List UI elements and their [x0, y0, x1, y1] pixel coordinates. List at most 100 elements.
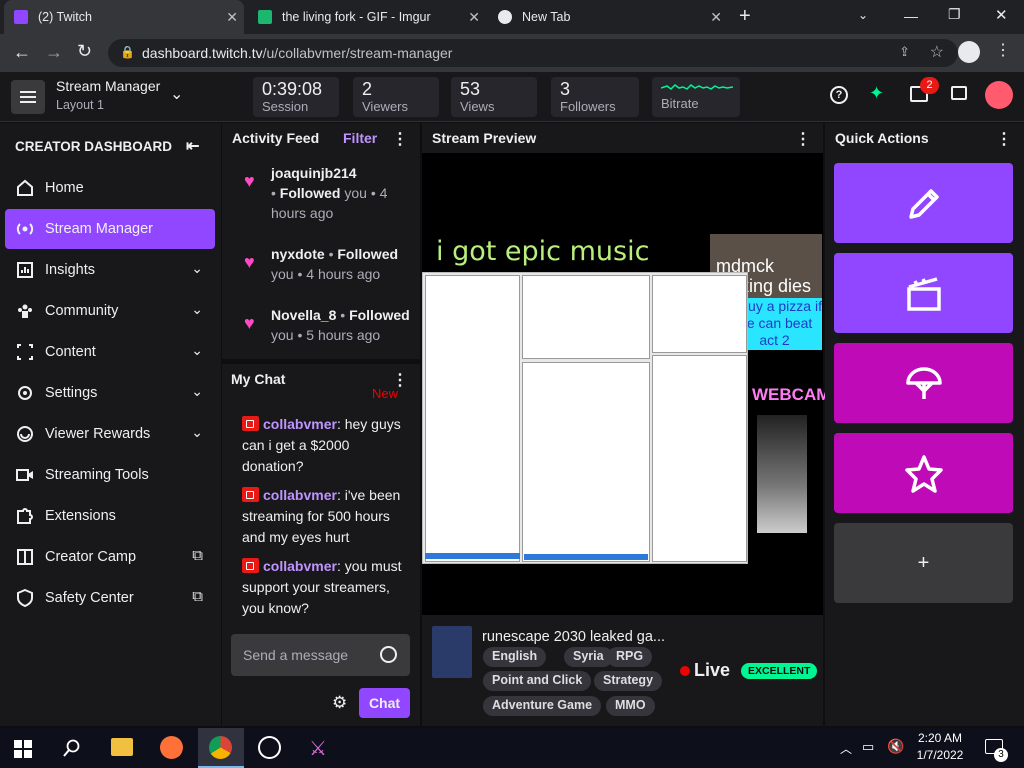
quick-action-raid[interactable]: [834, 343, 1013, 423]
chat-username[interactable]: collabvmer: [263, 558, 337, 574]
collapse-sidebar-icon[interactable]: ⇤: [186, 136, 199, 156]
tab-twitch[interactable]: (2) Twitch ✕: [4, 0, 244, 34]
stream-title[interactable]: runescape 2030 leaked ga...: [482, 629, 665, 645]
sidebar-item-creator-camp[interactable]: Creator Camp ⧉: [5, 537, 215, 577]
tray-chevron-up-icon[interactable]: ︿: [840, 740, 852, 757]
url-input[interactable]: 🔒 dashboard.twitch.tv/u/collabvmer/strea…: [108, 39, 958, 67]
video-player[interactable]: i got epic music mdmck fucking dies ill …: [422, 153, 830, 615]
sidebar-item-label: Community: [45, 303, 119, 319]
tag-pill[interactable]: Adventure Game: [483, 696, 602, 716]
tab-new-tab[interactable]: New Tab ✕: [488, 0, 728, 34]
activity-item[interactable]: ♥ Novella_8 • Followed you • 5 hours ago: [222, 305, 420, 349]
layout-chevron-down-icon[interactable]: ⌄: [170, 84, 183, 104]
clip-icon: [907, 277, 941, 311]
tab-title: (2) Twitch: [38, 10, 92, 24]
sidebar-item-content[interactable]: Content ⌄: [5, 332, 215, 372]
windows-start-icon[interactable]: [14, 740, 32, 758]
obs-icon[interactable]: [258, 736, 281, 759]
tag-pill[interactable]: English: [483, 647, 547, 667]
taskbar-date[interactable]: 1/7/2022: [912, 748, 968, 762]
close-tab-icon[interactable]: ✕: [710, 9, 722, 26]
sidebar-item-extensions[interactable]: Extensions: [5, 496, 215, 536]
minimize-button[interactable]: —: [904, 8, 918, 24]
menu-toggle-button[interactable]: [11, 80, 45, 114]
reload-icon[interactable]: ↻: [77, 41, 92, 62]
chat-settings-gear-icon[interactable]: ⚙: [332, 693, 347, 713]
browser-menu-icon[interactable]: ⋮: [995, 40, 1011, 60]
emote-picker-icon[interactable]: [380, 646, 397, 663]
user-avatar[interactable]: [985, 81, 1013, 109]
quick-action-edit-stream-info[interactable]: [834, 163, 1013, 243]
inventory-column: [522, 362, 650, 562]
sidebar-item-safety-center[interactable]: Safety Center ⧉: [5, 578, 215, 618]
sidebar-item-insights[interactable]: Insights ⌄: [5, 250, 215, 290]
chat-username[interactable]: collabvmer: [263, 416, 337, 432]
close-tab-icon[interactable]: ✕: [468, 9, 480, 26]
share-icon[interactable]: ⇪: [899, 44, 910, 60]
sidebar-item-streaming-tools[interactable]: Streaming Tools: [5, 455, 215, 495]
sidebar-item-label: Extensions: [45, 508, 116, 524]
volume-muted-icon[interactable]: 🔇: [887, 738, 904, 755]
taskbar-time[interactable]: 2:20 AM: [912, 731, 968, 745]
help-icon[interactable]: ?: [830, 86, 848, 104]
quick-action-rewards[interactable]: [834, 433, 1013, 513]
live-dot-icon: [680, 666, 690, 676]
tab-imgur[interactable]: the living fork - GIF - Imgur ✕: [248, 0, 486, 34]
sidebar-item-label: Settings: [45, 385, 98, 401]
game-box-art[interactable]: [432, 626, 472, 678]
back-arrow-icon[interactable]: ←: [13, 42, 31, 63]
network-icon[interactable]: ▭: [862, 739, 874, 755]
more-options-icon[interactable]: ⋮: [996, 129, 1012, 149]
tag-pill[interactable]: Point and Click: [483, 671, 592, 691]
activity-feed-header: Activity Feed Filter ⋮: [222, 123, 420, 153]
chrome-taskbar-button[interactable]: [198, 728, 244, 768]
sidebar-item-community[interactable]: Community ⌄: [5, 291, 215, 331]
tag-pill[interactable]: Strategy: [594, 671, 663, 691]
quick-actions-title: Quick Actions: [835, 130, 929, 146]
more-options-icon[interactable]: ⋮: [392, 129, 408, 149]
stream-preview-panel: Stream Preview ⋮ i got epic music mdmck …: [422, 123, 830, 726]
sidebar-item-viewer-rewards[interactable]: Viewer Rewards ⌄: [5, 414, 215, 454]
chevron-down-icon: ⌄: [191, 342, 203, 358]
activity-rest: you: [340, 185, 367, 201]
chat-input[interactable]: Send a message: [231, 634, 410, 676]
sidebar-item-settings[interactable]: Settings ⌄: [5, 373, 215, 413]
stream-preview-title: Stream Preview: [432, 130, 537, 146]
sidebar-item-label: Viewer Rewards: [45, 426, 151, 442]
whispers-icon[interactable]: [951, 86, 967, 100]
sidebar-item-home[interactable]: Home: [5, 168, 215, 208]
restore-button[interactable]: ❐: [948, 6, 961, 23]
viewers-stat: 2 Viewers: [353, 77, 439, 117]
chat-send-button[interactable]: Chat: [359, 688, 410, 718]
quick-action-create-clip[interactable]: [834, 253, 1013, 333]
url-path: /u/collabvmer/stream-manager: [262, 45, 453, 61]
chevron-down-icon: ⌄: [191, 260, 203, 276]
close-window-button[interactable]: ✕: [995, 6, 1008, 24]
more-options-icon[interactable]: ⋮: [795, 129, 811, 149]
profile-avatar-icon[interactable]: [958, 41, 980, 63]
new-tab-button[interactable]: +: [739, 5, 751, 28]
stat-value: 0:39:08: [262, 79, 323, 99]
activity-action: Followed: [337, 246, 399, 262]
search-icon[interactable]: [63, 739, 81, 757]
chat-username[interactable]: collabvmer: [263, 487, 337, 503]
file-explorer-icon[interactable]: [111, 738, 133, 756]
tag-pill[interactable]: Syria: [564, 647, 613, 667]
add-quick-action-button[interactable]: +: [834, 523, 1013, 603]
bookmark-star-icon[interactable]: ☆: [930, 42, 944, 62]
close-tab-icon[interactable]: ✕: [226, 9, 238, 26]
sidebar-heading: CREATOR DASHBOARD: [15, 139, 173, 154]
filter-button[interactable]: Filter: [343, 130, 377, 146]
firefox-icon[interactable]: [160, 736, 183, 759]
sidebar-item-stream-manager[interactable]: Stream Manager: [5, 209, 215, 249]
sparkle-icon[interactable]: ✦: [869, 83, 884, 104]
activity-item[interactable]: ♥ joaquinjb214 • Followed you • 4 hours …: [222, 163, 420, 223]
twitch-favicon-icon: [14, 10, 28, 24]
tab-search-chevron-icon[interactable]: ⌄: [858, 8, 868, 22]
activity-item[interactable]: ♥ nyxdote • Followed you • 4 hours ago: [222, 244, 420, 288]
chrome-icon: [209, 736, 232, 759]
tag-pill[interactable]: RPG: [607, 647, 653, 667]
tag-pill[interactable]: MMO: [606, 696, 655, 716]
game-launcher-icon[interactable]: ⚔: [309, 736, 327, 761]
forward-arrow-icon[interactable]: →: [45, 42, 63, 63]
